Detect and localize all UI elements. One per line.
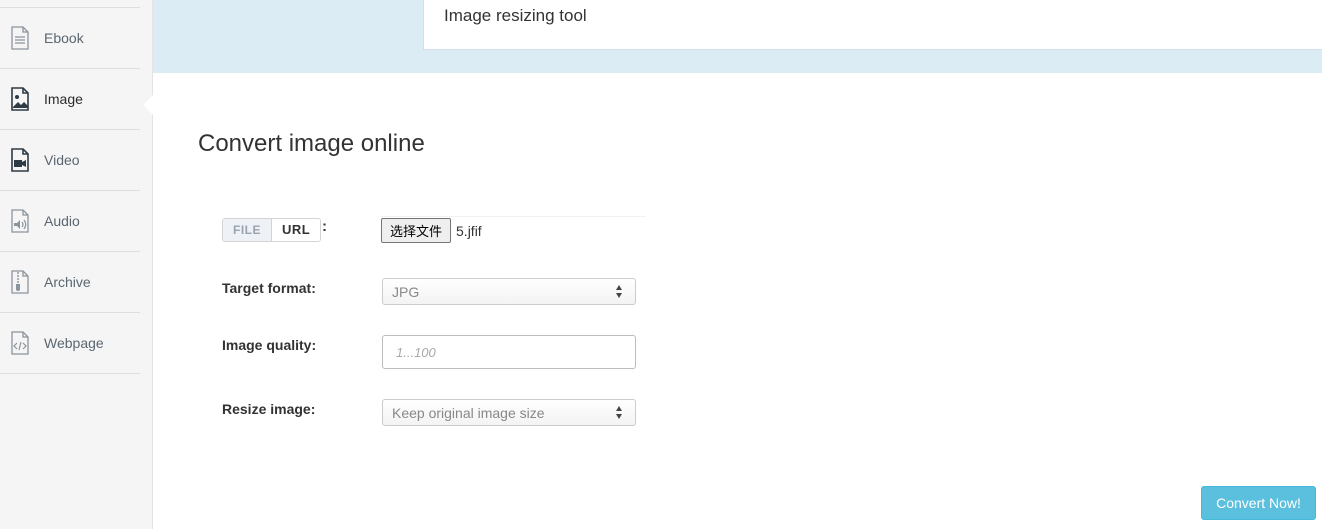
source-colon: : <box>322 218 327 235</box>
code-icon <box>9 330 31 356</box>
target-format-value: JPG <box>392 284 420 300</box>
sidebar-item-image[interactable]: Image <box>0 69 140 130</box>
sidebar-item-label: Archive <box>44 274 91 290</box>
sidebar: Ebook Image Video Audio Archive Webpage <box>0 0 153 529</box>
sidebar-item-label: Webpage <box>44 335 104 351</box>
resize-image-label: Resize image: <box>222 401 316 417</box>
tab-file[interactable]: FILE <box>223 219 272 241</box>
select-arrows-icon <box>615 284 623 299</box>
target-format-label: Target format: <box>222 280 316 296</box>
select-arrows-icon <box>615 405 623 420</box>
sidebar-item-ebook[interactable]: Ebook <box>0 8 140 69</box>
convert-now-button[interactable]: Convert Now! <box>1201 486 1316 520</box>
active-item-pointer <box>143 94 154 116</box>
sidebar-item-video[interactable]: Video <box>0 130 140 191</box>
choose-file-button[interactable]: 选择文件 <box>381 218 452 243</box>
document-icon <box>9 25 31 51</box>
file-input: 选择文件 5.jfif <box>381 216 646 244</box>
tab-url[interactable]: URL <box>272 219 321 241</box>
image-icon <box>9 86 31 112</box>
resize-image-select[interactable]: Keep original image size <box>382 399 636 426</box>
sidebar-item-label: Audio <box>44 213 80 229</box>
audio-icon <box>9 208 31 234</box>
video-icon <box>9 147 31 173</box>
top-banner: Image resizing tool <box>153 0 1322 73</box>
resize-image-value: Keep original image size <box>392 405 545 421</box>
page-title: Convert image online <box>198 130 425 157</box>
sidebar-item-label: Image <box>44 91 83 107</box>
sidebar-item-label: Video <box>44 152 80 168</box>
banner-title: Image resizing tool <box>444 6 587 25</box>
sidebar-item-audio[interactable]: Audio <box>0 191 140 252</box>
sidebar-item-archive[interactable]: Archive <box>0 252 140 313</box>
sidebar-item-label: Ebook <box>44 30 84 46</box>
archive-icon <box>9 269 31 295</box>
selected-file-name: 5.jfif <box>456 222 482 239</box>
banner-card: Image resizing tool <box>423 0 1322 50</box>
target-format-select[interactable]: JPG <box>382 278 636 305</box>
source-toggle: FILE URL <box>222 218 322 242</box>
image-quality-input[interactable] <box>382 335 636 369</box>
sidebar-item-webpage[interactable]: Webpage <box>0 313 140 374</box>
image-quality-label: Image quality: <box>222 337 317 353</box>
